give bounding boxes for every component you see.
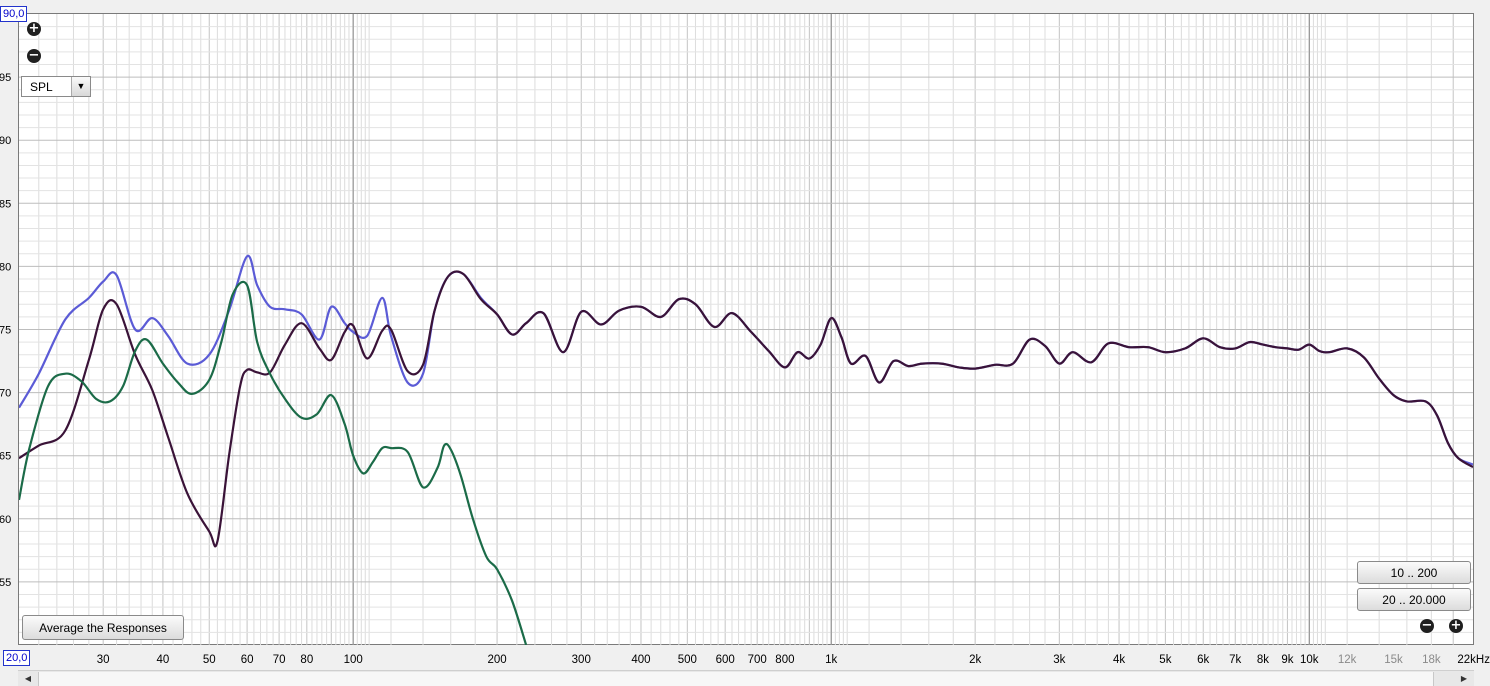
x-tick-label: 500 bbox=[678, 654, 697, 666]
zoom-out-icon[interactable]: − bbox=[1420, 619, 1434, 633]
x-tick-label: 9k bbox=[1281, 654, 1293, 666]
x-tick-label: 70 bbox=[273, 654, 286, 666]
y-axis-labels: 95 90 85 80 75 70 65 60 55 bbox=[0, 72, 11, 589]
x-tick-label: 30 bbox=[97, 654, 110, 666]
x-tick-label: 15k bbox=[1384, 654, 1403, 666]
series-line-2 bbox=[19, 270, 1473, 548]
x-tick-label: 80 bbox=[300, 654, 313, 666]
series-layer bbox=[19, 254, 1473, 645]
y-tick-label: 70 bbox=[0, 388, 11, 400]
x-tick-label: 18k bbox=[1422, 654, 1441, 666]
x-axis-labels: 30 40 50 60 70 80 100 200 300 400 500 600 700 800 1k 2k… bbox=[97, 654, 1490, 666]
x-tick-label: 2k bbox=[969, 654, 981, 666]
y-tick-label: 55 bbox=[0, 577, 11, 589]
x-tick-label: 8k bbox=[1257, 654, 1269, 666]
x-tick-label: 22kHz bbox=[1457, 654, 1490, 666]
range-10-200-button[interactable]: 10 .. 200 bbox=[1357, 561, 1471, 584]
zoom-in-icon[interactable]: + bbox=[27, 22, 41, 36]
y-tick-label: 90 bbox=[0, 135, 11, 147]
x-min-label[interactable]: 20,0 bbox=[3, 650, 31, 666]
x-tick-label: 60 bbox=[241, 654, 254, 666]
x-tick-label: 40 bbox=[157, 654, 170, 666]
scroll-left-icon[interactable]: ◀ bbox=[20, 672, 36, 685]
scroll-right-icon[interactable]: ▶ bbox=[1456, 672, 1472, 685]
x-tick-label: 5k bbox=[1159, 654, 1171, 666]
x-tick-label: 7k bbox=[1229, 654, 1241, 666]
y-tick-label: 95 bbox=[0, 72, 11, 84]
x-tick-label: 50 bbox=[203, 654, 216, 666]
major-grid bbox=[19, 14, 1473, 645]
x-tick-label: 800 bbox=[775, 654, 794, 666]
y-max-label[interactable]: 90,0 bbox=[0, 6, 28, 22]
x-tick-label: 6k bbox=[1197, 654, 1209, 666]
x-tick-label: 1k bbox=[825, 654, 837, 666]
zoom-in-icon[interactable]: + bbox=[1449, 619, 1463, 633]
measure-select[interactable]: SPL ▼ bbox=[21, 76, 91, 97]
frequency-response-chart: 95 90 85 80 75 70 65 60 55 30 40 50 60 70 80 100 200 300… bbox=[0, 14, 1490, 666]
x-tick-label: 300 bbox=[572, 654, 591, 666]
horizontal-scrollbar[interactable]: ◀ ▶ bbox=[18, 670, 1474, 686]
scrollbar-thumb[interactable] bbox=[38, 672, 1434, 686]
y-tick-label: 60 bbox=[0, 514, 11, 526]
chevron-down-icon[interactable]: ▼ bbox=[71, 77, 90, 96]
x-tick-label: 100 bbox=[344, 654, 363, 666]
x-tick-label: 10k bbox=[1300, 654, 1319, 666]
x-tick-label: 600 bbox=[716, 654, 735, 666]
average-responses-button[interactable]: Average the Responses bbox=[22, 615, 184, 640]
y-tick-label: 85 bbox=[0, 198, 11, 210]
x-tick-label: 12k bbox=[1338, 654, 1357, 666]
y-tick-label: 75 bbox=[0, 325, 11, 337]
y-tick-label: 65 bbox=[0, 451, 11, 463]
y-tick-label: 80 bbox=[0, 261, 11, 273]
range-20-20000-button[interactable]: 20 .. 20.000 bbox=[1357, 588, 1471, 611]
zoom-out-icon[interactable]: − bbox=[27, 49, 41, 63]
x-tick-label: 4k bbox=[1113, 654, 1125, 666]
x-tick-label: 3k bbox=[1053, 654, 1065, 666]
x-tick-label: 400 bbox=[631, 654, 650, 666]
x-tick-label: 700 bbox=[748, 654, 767, 666]
measure-select-value: SPL bbox=[30, 80, 53, 94]
x-tick-label: 200 bbox=[487, 654, 506, 666]
